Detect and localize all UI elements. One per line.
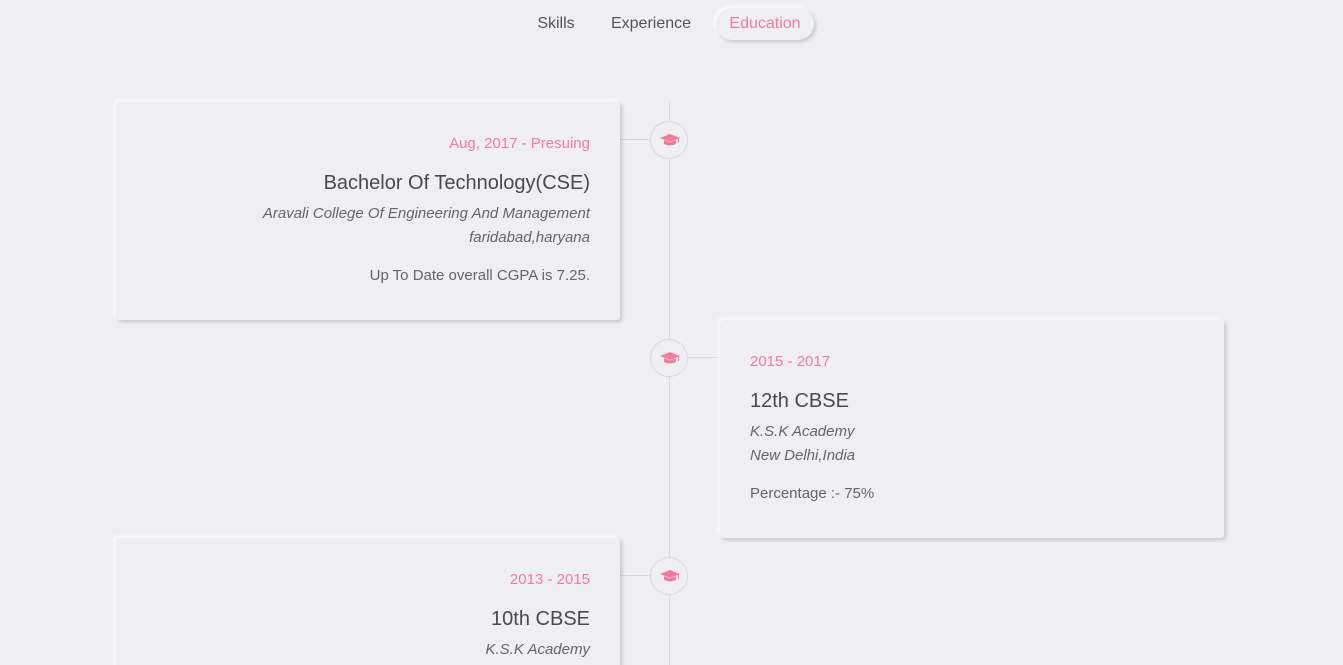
- education-date: 2013 - 2015: [509, 571, 590, 588]
- graduation-cap-icon: [660, 352, 680, 364]
- timeline-connector: [688, 357, 720, 358]
- education-date: Aug, 2017 - Presuing: [449, 135, 590, 152]
- education-description: Up To Date overall CGPA is 7.25.: [369, 267, 590, 284]
- timeline-connector: [620, 139, 651, 140]
- school-name: K.S.K Academy: [750, 423, 855, 440]
- education-title: Bachelor Of Technology(CSE): [323, 172, 590, 194]
- education-school: K.S.K Academy New Delhi,India: [750, 420, 1194, 468]
- tab-experience[interactable]: Experience: [602, 8, 700, 40]
- tab-skills[interactable]: Skills: [526, 8, 586, 40]
- tab-education[interactable]: Education: [716, 8, 814, 40]
- timeline-node: [650, 121, 688, 159]
- education-date: 2015 - 2017: [750, 353, 831, 370]
- education-description: Percentage :- 75%: [750, 485, 875, 502]
- education-card: 2013 - 2015 10th CBSE K.S.K Academy: [116, 538, 620, 665]
- school-location: faridabad,haryana: [469, 229, 590, 246]
- qualification-tabs: Skills Experience Education: [0, 8, 1343, 42]
- education-school: Aravali College Of Engineering And Manag…: [146, 202, 590, 250]
- graduation-cap-icon: [660, 134, 680, 146]
- education-card: 2015 - 2017 12th CBSE K.S.K Academy New …: [720, 320, 1224, 538]
- education-school: K.S.K Academy: [146, 638, 591, 662]
- education-title: 10th CBSE: [491, 608, 590, 630]
- school-location: New Delhi,India: [750, 447, 856, 464]
- qualification-section: Skills Experience Education Aug, 2017 - …: [0, 0, 1343, 665]
- education-title: 12th CBSE: [750, 390, 849, 412]
- timeline-node: [650, 557, 688, 595]
- school-name: K.S.K Academy: [485, 641, 591, 658]
- school-name: Aravali College Of Engineering And Manag…: [262, 205, 590, 222]
- graduation-cap-icon: [660, 570, 680, 582]
- timeline-node: [650, 339, 688, 377]
- education-card: Aug, 2017 - Presuing Bachelor Of Technol…: [116, 102, 620, 320]
- timeline-connector: [620, 575, 651, 576]
